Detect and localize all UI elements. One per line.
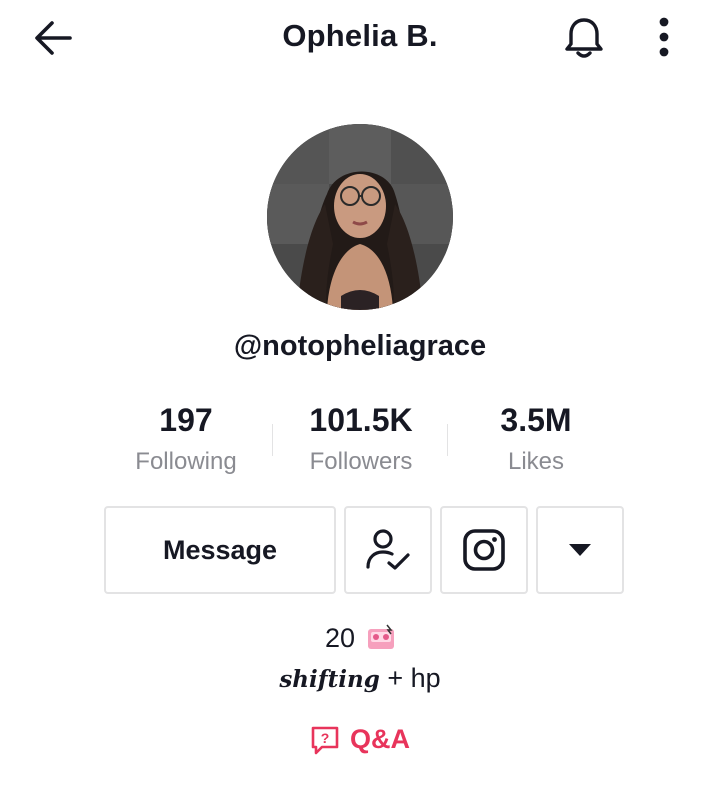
- followers-label: Followers: [309, 448, 413, 475]
- bio-line: shifting + hp: [0, 660, 720, 698]
- followers-count: 101.5K: [309, 402, 413, 438]
- user-check-icon: [366, 529, 410, 570]
- following-label: Following: [135, 448, 237, 475]
- top-bar: Ophelia B.: [0, 0, 720, 80]
- stat-followers[interactable]: 101.5K Followers: [271, 398, 451, 481]
- page-title: Ophelia B.: [282, 18, 438, 53]
- instagram-icon: [463, 529, 505, 571]
- question-bubble-icon: ?: [311, 726, 339, 754]
- instagram-button[interactable]: [440, 506, 528, 594]
- following-count: 197: [159, 402, 213, 438]
- bio-script-text: shifting: [279, 666, 380, 693]
- suggested-accounts-button[interactable]: [536, 506, 624, 594]
- stats-divider: [447, 424, 448, 456]
- bio-line: 20: [0, 620, 720, 656]
- more-vertical-icon: [659, 17, 669, 57]
- username-handle: @notopheliagrace: [233, 330, 487, 362]
- likes-count: 3.5M: [500, 402, 572, 438]
- svg-text:?: ?: [321, 730, 330, 746]
- qa-label: Q&A: [350, 724, 410, 754]
- bell-icon: [565, 18, 603, 58]
- stat-likes[interactable]: 3.5M Likes: [446, 398, 626, 481]
- likes-label: Likes: [507, 448, 565, 475]
- stats-divider: [272, 424, 273, 456]
- profile-actions: Message: [0, 506, 720, 596]
- avatar[interactable]: [267, 124, 453, 310]
- caret-down-icon: [569, 544, 591, 556]
- qa-link[interactable]: ? Q&A: [0, 724, 720, 755]
- message-button[interactable]: Message: [104, 506, 336, 594]
- bio: 20 shifting + hp: [0, 620, 720, 698]
- stat-following[interactable]: 197 Following: [96, 398, 276, 481]
- notifications-button[interactable]: [560, 14, 608, 62]
- cassette-emoji: [368, 624, 395, 649]
- friends-button[interactable]: [344, 506, 432, 594]
- bio-age: 20: [324, 623, 356, 653]
- profile-stats: 197 Following 101.5K Followers 3.5M Like…: [0, 398, 720, 488]
- bio-text: + hp: [387, 663, 441, 693]
- more-options-button[interactable]: [648, 14, 680, 62]
- profile-photo: [267, 124, 453, 310]
